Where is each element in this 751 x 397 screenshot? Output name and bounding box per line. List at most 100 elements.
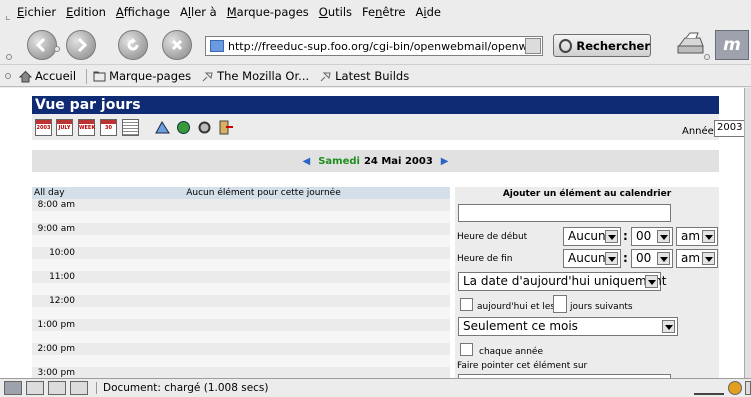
previous-day-icon[interactable]: ◀ — [303, 156, 311, 167]
print-options-icon[interactable] — [704, 54, 710, 60]
time-slot[interactable] — [77, 259, 450, 271]
menu-item[interactable]: Marque-pages — [227, 5, 309, 19]
page-favicon-icon — [210, 40, 224, 52]
today-and-checkbox[interactable] — [460, 298, 473, 311]
url-text[interactable]: http://freeduc-sup.foo.org/cgi-bin/openw… — [228, 40, 528, 53]
time-slot[interactable] — [77, 199, 450, 211]
time-slot[interactable] — [77, 211, 450, 223]
every-year-checkbox[interactable] — [460, 343, 473, 356]
end-hour-select[interactable]: Aucun — [563, 249, 621, 268]
start-hour-select[interactable]: Aucun — [563, 227, 621, 246]
time-slot[interactable] — [77, 331, 450, 343]
chevron-down-icon — [657, 230, 670, 243]
table-row — [32, 355, 450, 367]
reload-button[interactable] — [118, 30, 148, 60]
refresh-icon[interactable] — [175, 119, 192, 136]
stop-button[interactable] — [162, 30, 192, 60]
time-slot[interactable] — [77, 223, 450, 235]
chevron-down-icon — [657, 252, 670, 265]
home-icon — [19, 70, 32, 82]
toolbar-grip[interactable] — [6, 16, 10, 20]
time-label: 2:00 pm — [32, 343, 77, 355]
bookmark-folder[interactable]: Marque-pages — [93, 69, 191, 83]
day-view-icon[interactable]: 30 — [100, 119, 117, 136]
item-description-input[interactable] — [458, 204, 671, 222]
every-year-label: chaque année — [479, 347, 543, 357]
online-status-icon[interactable] — [694, 381, 724, 395]
time-slot[interactable] — [77, 307, 450, 319]
table-row: 3:00 pm — [32, 367, 450, 378]
toolbar-grip[interactable] — [5, 73, 11, 79]
start-ampm-select[interactable]: am — [676, 227, 718, 246]
page-title: Vue par jours — [32, 96, 719, 114]
address-book-icon[interactable] — [70, 381, 88, 395]
time-slot[interactable] — [77, 343, 450, 355]
folder-icon — [93, 71, 106, 81]
end-minute-select[interactable]: 00 — [631, 249, 673, 268]
menu-item[interactable]: Edition — [66, 5, 106, 19]
bookmark-link-icon — [320, 72, 331, 81]
end-ampm-select[interactable]: am — [676, 249, 718, 268]
table-row — [32, 259, 450, 271]
chevron-down-icon — [645, 275, 658, 288]
time-slot[interactable] — [77, 367, 450, 378]
reload-icon — [127, 38, 139, 51]
security-icon[interactable] — [728, 381, 742, 395]
bookmark-mozilla[interactable]: The Mozilla Or... — [201, 69, 309, 83]
back-to-folder-icon[interactable] — [154, 119, 171, 136]
time-slot[interactable] — [77, 247, 450, 259]
week-view-icon[interactable]: WEEK — [78, 119, 95, 136]
time-slot[interactable] — [77, 319, 450, 331]
add-item-panel: Ajouter un élément au calendrier Heure d… — [455, 187, 719, 378]
url-history-dropdown[interactable] — [525, 38, 541, 54]
start-minute-select[interactable]: 00 — [631, 227, 673, 246]
time-slot[interactable] — [77, 295, 450, 307]
chevron-down-icon — [702, 230, 715, 243]
time-slot[interactable] — [77, 355, 450, 367]
mail-icon[interactable] — [26, 381, 44, 395]
bookmark-latest-builds[interactable]: Latest Builds — [319, 69, 409, 83]
all-day-label: All day — [32, 187, 77, 199]
throbber-logo[interactable]: m — [715, 30, 749, 60]
search-button[interactable]: Rechercher — [553, 34, 651, 57]
print-icon[interactable] — [676, 32, 706, 58]
menu-item[interactable]: Aide — [416, 5, 441, 19]
forward-arrow-icon — [77, 37, 88, 53]
status-text: Document: chargé (1.008 secs) — [96, 382, 269, 394]
menu-item[interactable]: Outils — [319, 5, 352, 19]
page-scrollbar[interactable] — [744, 88, 751, 378]
bookmark-home[interactable]: Accueil — [19, 69, 76, 83]
menu-item[interactable]: Fenêtre — [362, 5, 406, 19]
navigator-icon[interactable] — [4, 381, 22, 395]
next-day-icon[interactable]: ▶ — [441, 156, 449, 167]
menu-item[interactable]: Aller à — [180, 5, 217, 19]
table-row — [32, 211, 450, 223]
logout-icon[interactable] — [217, 119, 234, 136]
back-history-icon[interactable] — [54, 46, 60, 52]
following-days-input[interactable] — [553, 295, 567, 313]
forward-button[interactable] — [66, 30, 96, 60]
url-field[interactable]: http://freeduc-sup.foo.org/cgi-bin/openw… — [205, 36, 543, 56]
start-time-label: Heure de début — [457, 232, 528, 242]
end-time-label: Heure de fin — [457, 254, 513, 264]
current-date: 24 Mai 2003 — [363, 155, 433, 167]
table-row — [32, 283, 450, 295]
month-scope-select[interactable]: Seulement ce mois — [458, 317, 678, 336]
toolbar-grip[interactable] — [6, 54, 12, 60]
back-button[interactable] — [27, 30, 57, 60]
menu-item[interactable]: Affichage — [116, 5, 170, 19]
month-view-icon[interactable]: JULY — [56, 119, 73, 136]
day-schedule-table: All day Aucun élément pour cette journée… — [32, 187, 450, 378]
time-slot[interactable] — [77, 283, 450, 295]
time-label — [32, 355, 77, 367]
list-view-icon[interactable] — [122, 119, 139, 136]
menu-item[interactable]: Eichier — [17, 5, 56, 19]
today-and-label: aujourd'hui et les — [477, 302, 556, 312]
year-view-icon[interactable]: 2003 — [35, 119, 52, 136]
time-slot[interactable] — [77, 271, 450, 283]
composer-icon[interactable] — [48, 381, 66, 395]
time-label — [32, 283, 77, 295]
settings-icon[interactable] — [196, 119, 213, 136]
recurrence-select[interactable]: La date d'aujourd'hui uniquement — [458, 272, 666, 291]
time-slot[interactable] — [77, 235, 450, 247]
